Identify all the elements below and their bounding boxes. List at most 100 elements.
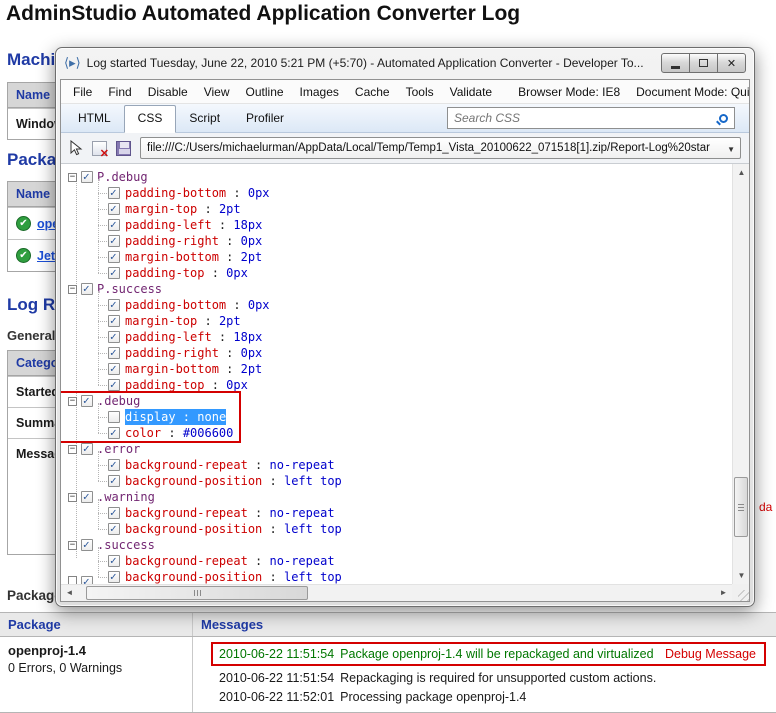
css-property-row[interactable]: background-repeat : no-repeat: [68, 553, 342, 569]
checkbox-checked[interactable]: [108, 555, 120, 567]
horizontal-scrollbar-thumb[interactable]: [86, 586, 308, 600]
checkbox-checked[interactable]: [108, 315, 120, 327]
checkbox-checked[interactable]: [81, 539, 93, 551]
minimize-button[interactable]: [661, 53, 690, 73]
scroll-left-icon[interactable]: ◄: [61, 585, 78, 602]
checkbox-checked[interactable]: [108, 347, 120, 359]
window-titlebar[interactable]: ⟨▸⟩ Log started Tuesday, June 22, 2010 5…: [56, 48, 754, 78]
css-property-row[interactable]: margin-top : 2pt: [68, 201, 270, 217]
checkbox-checked[interactable]: [108, 475, 120, 487]
message-timestamp: 2010-06-22 11:51:54: [219, 647, 334, 661]
css-selector-row[interactable]: −.error: [68, 441, 342, 457]
css-property-row[interactable]: padding-right : 0px: [68, 233, 270, 249]
css-property-row[interactable]: background-position : left top: [68, 521, 342, 537]
scroll-right-icon[interactable]: ►: [715, 585, 732, 602]
menu-item-images[interactable]: Images: [292, 82, 347, 102]
checkbox-checked[interactable]: [81, 395, 93, 407]
css-property-row[interactable]: padding-left : 18px: [68, 329, 270, 345]
checkbox-checked[interactable]: [108, 379, 120, 391]
vertical-scrollbar-thumb[interactable]: [734, 477, 748, 537]
document-mode-menu[interactable]: Document Mode: Quirks: [628, 82, 750, 102]
tree-expander-icon[interactable]: [68, 576, 77, 584]
vertical-scrollbar[interactable]: ▲ ▼: [732, 164, 749, 584]
css-property-row[interactable]: background-repeat : no-repeat: [68, 505, 342, 521]
css-property-row[interactable]: margin-bottom : 2pt: [68, 361, 270, 377]
scroll-up-icon[interactable]: ▲: [733, 164, 750, 181]
css-property-row[interactable]: background-position : left top: [68, 569, 342, 584]
checkbox-checked[interactable]: [108, 507, 120, 519]
checkbox-checked[interactable]: [108, 187, 120, 199]
css-property-row[interactable]: margin-bottom : 2pt: [68, 249, 270, 265]
tab-profiler[interactable]: Profiler: [233, 106, 297, 132]
css-selector-row[interactable]: − .warning: [68, 489, 342, 505]
checkbox-checked[interactable]: [108, 267, 120, 279]
checkbox-checked[interactable]: [108, 219, 120, 231]
save-icon[interactable]: [116, 141, 131, 156]
select-element-cursor-icon[interactable]: [69, 140, 83, 156]
menu-item-outline[interactable]: Outline: [238, 82, 292, 102]
horizontal-scrollbar[interactable]: ◄ ►: [61, 584, 732, 601]
menu-item-view[interactable]: View: [196, 82, 238, 102]
css-property-row[interactable]: background-position : left top: [68, 473, 342, 489]
css-property-row[interactable]: padding-bottom : 0px: [68, 297, 270, 313]
checkbox-checked[interactable]: [108, 459, 120, 471]
css-property-row[interactable]: background-repeat : no-repeat: [68, 457, 342, 473]
checkbox-checked[interactable]: [81, 443, 93, 455]
css-property-text: padding-left : 18px: [125, 217, 262, 233]
tab-script[interactable]: Script: [176, 106, 233, 132]
checkbox-checked[interactable]: [108, 427, 120, 439]
checkbox-checked[interactable]: [108, 203, 120, 215]
checkbox-checked[interactable]: [108, 363, 120, 375]
checkbox-checked[interactable]: [108, 571, 120, 583]
tree-expander-icon[interactable]: −: [68, 445, 77, 454]
search-box: [447, 107, 735, 129]
checkbox-checked[interactable]: [108, 251, 120, 263]
css-property-row[interactable]: margin-top : 2pt: [68, 313, 270, 329]
checkbox-unchecked[interactable]: [108, 411, 120, 423]
checkbox-checked[interactable]: [81, 283, 93, 295]
checkbox-checked[interactable]: [81, 171, 93, 183]
menu-item-tools[interactable]: Tools: [398, 82, 442, 102]
disable-css-icon[interactable]: [92, 141, 107, 156]
css-property-text: padding-bottom : 0px: [125, 297, 270, 313]
maximize-icon: [699, 59, 708, 67]
css-property-text: margin-top : 2pt: [125, 313, 241, 329]
css-selector-row[interactable]: −.success: [68, 537, 342, 553]
menu-item-disable[interactable]: Disable: [140, 82, 196, 102]
tab-html[interactable]: HTML: [65, 106, 124, 132]
checkbox-checked[interactable]: [108, 299, 120, 311]
browser-mode-menu[interactable]: Browser Mode: IE8: [510, 82, 628, 102]
tree-expander-icon[interactable]: −: [68, 173, 77, 182]
tree-expander-icon[interactable]: −: [68, 397, 77, 406]
tree-expander-icon[interactable]: −: [68, 493, 77, 502]
checkbox-checked[interactable]: [108, 523, 120, 535]
css-property-row[interactable]: color : #006600: [68, 425, 233, 441]
css-property-row[interactable]: padding-bottom : 0px: [68, 185, 270, 201]
checkbox-checked[interactable]: [108, 235, 120, 247]
stylesheet-selector-combobox[interactable]: file:///C:/Users/michaelurman/AppData/Lo…: [140, 137, 741, 159]
css-property-row[interactable]: padding-left : 18px: [68, 217, 270, 233]
tree-expander-icon[interactable]: −: [68, 285, 77, 294]
css-property-row[interactable]: padding-top : 0px: [68, 265, 270, 281]
checkbox-checked[interactable]: [81, 491, 93, 503]
css-property-row[interactable]: padding-right : 0px: [68, 345, 270, 361]
scroll-down-icon[interactable]: ▼: [733, 567, 750, 584]
search-input[interactable]: [454, 111, 719, 125]
menu-item-file[interactable]: File: [65, 82, 100, 102]
maximize-button[interactable]: [689, 53, 718, 73]
close-button[interactable]: ✕: [717, 53, 746, 73]
window-title: Log started Tuesday, June 22, 2010 5:21 …: [87, 56, 656, 70]
tree-expander-icon[interactable]: −: [68, 541, 77, 550]
tab-css[interactable]: CSS: [124, 105, 177, 133]
checkbox-checked[interactable]: [108, 331, 120, 343]
menu-item-validate[interactable]: Validate: [442, 82, 500, 102]
css-property-text: padding-bottom : 0px: [125, 185, 270, 201]
menu-item-cache[interactable]: Cache: [347, 82, 398, 102]
css-selector-row[interactable]: −.debug: [68, 393, 233, 409]
search-icon[interactable]: [719, 114, 728, 123]
menu-item-find[interactable]: Find: [100, 82, 139, 102]
resize-grip[interactable]: [732, 584, 749, 601]
checkbox-checked[interactable]: [81, 576, 93, 584]
css-property-row[interactable]: display : none: [68, 409, 233, 425]
css-selector-label: .warning: [97, 489, 155, 505]
